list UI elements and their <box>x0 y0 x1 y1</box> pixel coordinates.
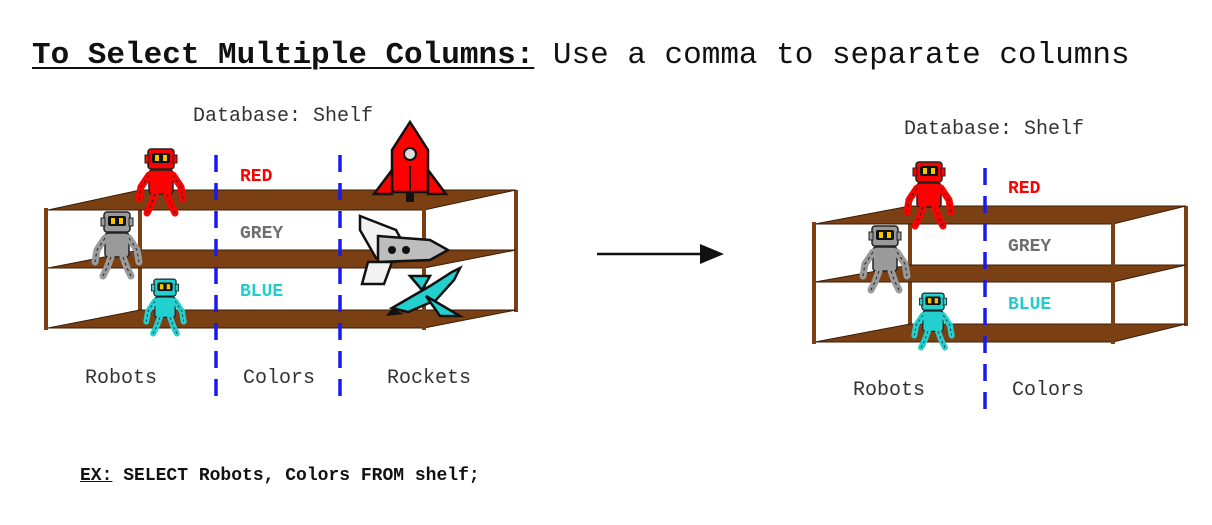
red-rocket-icon <box>371 119 449 202</box>
right-database-label: Database: Shelf <box>904 118 1084 141</box>
left-column-rockets: Rockets <box>387 367 471 390</box>
left-column-robots: Robots <box>85 367 157 390</box>
grey-rocket-icon <box>358 214 451 286</box>
left-row-red: RED <box>240 167 273 187</box>
diagram-canvas: Database: Shelf RED GREY BLUE Robots Col… <box>44 105 1188 410</box>
left-row-blue: BLUE <box>240 282 283 302</box>
right-column-colors: Colors <box>1012 379 1084 402</box>
right-column-robots: Robots <box>853 379 925 402</box>
example-query: SELECT Robots, Colors FROM shelf; <box>123 466 480 486</box>
arrow-right-icon <box>597 244 724 264</box>
example-prefix: EX: <box>80 466 113 486</box>
right-shelf <box>812 205 1188 344</box>
right-row-red: RED <box>1008 179 1041 199</box>
left-database-label: Database: Shelf <box>193 105 373 128</box>
left-row-grey: GREY <box>240 224 283 244</box>
example-line: EX: SELECT Robots, Colors FROM shelf; <box>80 466 480 486</box>
left-column-colors: Colors <box>243 367 315 390</box>
right-row-grey: GREY <box>1008 237 1051 257</box>
right-row-blue: BLUE <box>1008 295 1051 315</box>
